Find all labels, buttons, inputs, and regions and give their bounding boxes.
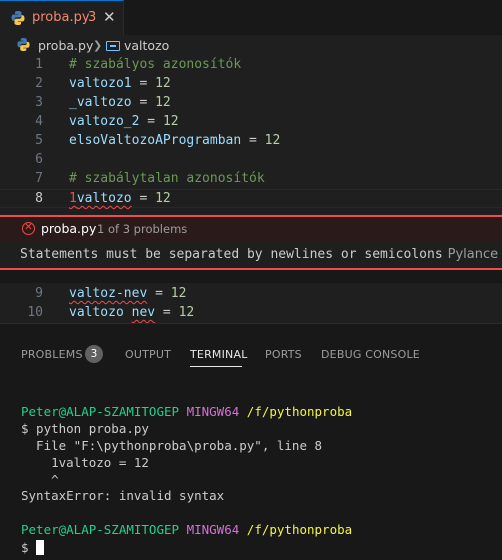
prompt-shell: MINGW64 — [186, 522, 240, 537]
code-operator: = — [241, 133, 265, 148]
code-number: 12 — [155, 95, 171, 110]
code-variable: valtoz-nev — [69, 286, 148, 301]
peek-source: Pylance — [447, 247, 499, 262]
code-variable: nev — [131, 305, 156, 320]
terminal-prompt: Peter@ALAP-SZAMITOGEP MINGW64 /f/pythonp… — [21, 522, 352, 537]
prompt-shell: MINGW64 — [186, 404, 240, 419]
peek-message-row: Statements must be separated by newlines… — [20, 247, 498, 262]
peek-message: Statements must be separated by newlines… — [20, 247, 443, 262]
code-operator: = — [147, 286, 171, 301]
terminal-cursor — [36, 540, 45, 555]
terminal-output: 1valtozo = 12 — [21, 455, 149, 470]
line-number: 2 — [35, 76, 43, 91]
code-number: 12 — [155, 191, 171, 206]
prompt-user: Peter@ALAP-SZAMITOGEP — [21, 404, 180, 419]
error-token: 1 — [69, 191, 77, 206]
error-icon: ✕ — [22, 222, 35, 235]
panel-tabs: PROBLEMS 3 OUTPUT TERMINAL PORTS DEBUG C… — [0, 324, 502, 367]
code-number: 12 — [264, 133, 281, 148]
terminal-output: ^ — [21, 472, 59, 487]
peek-header: ✕ proba.py 1 of 3 problems — [0, 217, 502, 241]
code-line[interactable]: 5 elsoValtozoAProgramban = 12 — [0, 132, 502, 151]
code-number: 12 — [162, 114, 179, 129]
terminal-command: $ python proba.py — [21, 421, 149, 436]
tab-ports[interactable]: PORTS — [265, 348, 302, 361]
tab-proba-py[interactable]: proba.py 3 ✕ — [0, 0, 124, 35]
active-tab-indicator — [190, 366, 242, 367]
tab-problems[interactable]: PROBLEMS — [21, 348, 83, 361]
tab-problem-count: 3 — [88, 10, 97, 25]
close-icon[interactable]: ✕ — [103, 8, 116, 26]
tab-debug-console[interactable]: DEBUG CONSOLE — [321, 348, 420, 361]
code-number: 12 — [170, 286, 187, 301]
code-line[interactable]: 7 # szabálytalan azonosítók — [0, 170, 502, 189]
breadcrumb-file[interactable]: proba.py — [38, 38, 93, 53]
prompt-path: /f/pythonproba — [246, 404, 353, 419]
line-number: 7 — [35, 171, 43, 186]
breadcrumb-symbol[interactable]: valtozo — [124, 38, 169, 53]
tab-filename: proba.py — [32, 10, 90, 25]
code-line[interactable]: 2 valtozo1 = 12 — [0, 75, 502, 94]
bottom-panel: PROBLEMS 3 OUTPUT TERMINAL PORTS DEBUG C… — [0, 323, 502, 560]
code-line[interactable]: 1 # szabályos azonosítók — [0, 56, 502, 75]
line-number: 5 — [35, 133, 43, 148]
code-number: 12 — [178, 305, 195, 320]
terminal-output: SyntaxError: invalid syntax — [21, 488, 225, 503]
code-line-current[interactable]: 8 1valtozo = 12 — [0, 189, 502, 208]
prompt-char: $ — [21, 540, 37, 555]
line-number: 6 — [35, 152, 43, 167]
line-number: 9 — [35, 286, 43, 301]
variable-icon — [106, 41, 120, 51]
code-line[interactable]: 10 valtozo nev = 12 — [0, 304, 502, 323]
editor-tab-bar: proba.py 3 ✕ — [0, 0, 502, 35]
code-variable: valtozo — [76, 191, 132, 206]
python-file-icon — [17, 37, 30, 52]
line-number: 1 — [35, 57, 43, 72]
prompt-user: Peter@ALAP-SZAMITOGEP — [21, 522, 180, 537]
code-operator: = — [131, 76, 156, 91]
code-comment: # szabálytalan azonosítók — [69, 171, 265, 186]
line-number: 4 — [35, 114, 43, 129]
peek-file[interactable]: proba.py — [41, 221, 96, 236]
code-operator: = — [139, 114, 163, 129]
code-number: 12 — [155, 76, 171, 91]
problem-peek-widget: ✕ proba.py 1 of 3 problems Statements mu… — [0, 215, 502, 270]
tab-terminal[interactable]: TERMINAL — [190, 348, 248, 361]
line-number: 3 — [35, 95, 43, 110]
code-line[interactable]: 4 valtozo_2 = 12 — [0, 113, 502, 132]
line-number: 10 — [27, 305, 43, 320]
tab-output[interactable]: OUTPUT — [125, 348, 171, 361]
terminal-input-line[interactable]: $ — [21, 540, 45, 555]
code-line[interactable]: 9 valtoz-nev = 12 — [0, 285, 502, 304]
code-variable: valtozo_2 — [69, 114, 140, 129]
code-variable: valtozo — [69, 305, 124, 320]
code-comment: # szabályos azonosítók — [69, 57, 242, 72]
terminal-prompt: Peter@ALAP-SZAMITOGEP MINGW64 /f/pythonp… — [21, 404, 352, 419]
terminal-output: File "F:\pythonproba\proba.py", line 8 — [21, 438, 323, 453]
code-editor-continued[interactable]: 9 valtoz-nev = 12 10 valtozo nev = 12 — [0, 283, 502, 323]
breadcrumb: proba.py ❯ valtozo — [0, 35, 502, 55]
code-variable: _valtozo — [69, 95, 132, 110]
code-line[interactable]: 6 — [0, 151, 502, 170]
code-variable: valtozo1 — [69, 76, 132, 91]
code-operator: = — [155, 305, 179, 320]
line-number: 8 — [35, 191, 43, 206]
code-operator: = — [131, 95, 156, 110]
prompt-path: /f/pythonproba — [246, 522, 353, 537]
chevron-right-icon: ❯ — [93, 39, 103, 52]
code-editor[interactable]: 1 # szabályos azonosítók 2 valtozo1 = 12… — [0, 55, 502, 215]
code-operator: = — [131, 191, 156, 206]
python-file-icon — [11, 11, 25, 25]
problems-badge: 3 — [85, 345, 103, 363]
code-line[interactable]: 3 _valtozo = 12 — [0, 94, 502, 113]
peek-problem-count: 1 of 3 problems — [97, 222, 188, 236]
code-variable: elsoValtozoAProgramban — [69, 133, 242, 148]
